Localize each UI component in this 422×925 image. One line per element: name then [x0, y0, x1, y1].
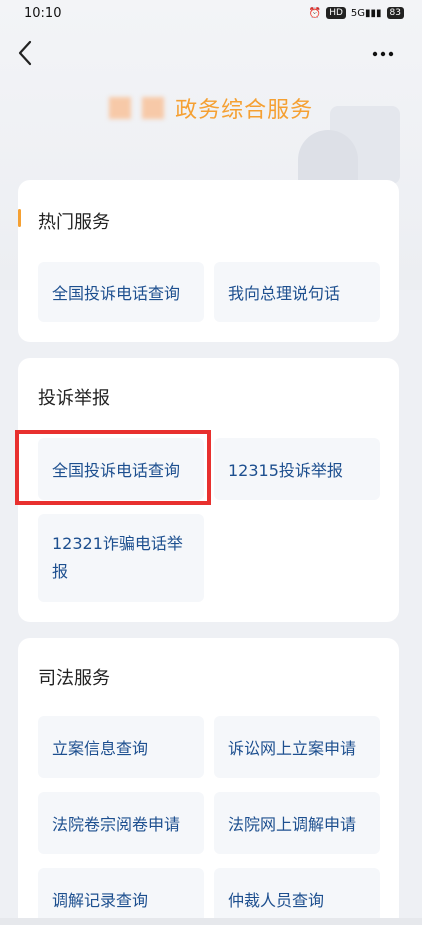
blurred-region-icon [141, 97, 164, 119]
section-title: 司法服务 [38, 668, 110, 689]
section-accent [18, 209, 21, 227]
section-judicial-services: 司法服务 立案信息查询 诉讼网上立案申请 法院卷宗阅卷申请 法院网上调解申请 调… [18, 638, 399, 925]
status-icons: ⏰ HD 5G▮▮▮ 83 [309, 7, 404, 19]
service-arbitrator-query[interactable]: 仲裁人员查询 [214, 868, 380, 925]
service-12315-complaint[interactable]: 12315投诉举报 [214, 438, 380, 500]
section-title: 热门服务 [38, 212, 110, 233]
more-icon [372, 51, 394, 57]
tile-label: 我向总理说句话 [228, 284, 341, 303]
service-12321-fraud-report[interactable]: 12321诈骗电话举报 [38, 514, 204, 602]
service-national-complaint-phone[interactable]: 全国投诉电话查询 [38, 262, 204, 322]
battery-icon: 83 [386, 7, 404, 19]
battery-level: 83 [389, 8, 401, 18]
alarm-icon: ⏰ [308, 7, 322, 19]
network-label: 5G [350, 7, 366, 19]
chevron-left-icon [18, 40, 32, 66]
service-case-file-review[interactable]: 法院卷宗阅卷申请 [38, 792, 204, 854]
bottom-edge [0, 918, 422, 925]
section-hot-services: 热门服务 全国投诉电话查询 我向总理说句话 [18, 180, 399, 342]
tile-label: 法院卷宗阅卷申请 [52, 815, 181, 834]
tile-label: 全国投诉电话查询 [52, 284, 181, 303]
tile-label: 仲裁人员查询 [228, 891, 325, 910]
section-title: 投诉举报 [38, 388, 110, 409]
tile-label: 法院网上调解申请 [228, 815, 357, 834]
tile-label: 诉讼网上立案申请 [228, 739, 357, 758]
more-button[interactable] [368, 42, 398, 66]
service-online-filing[interactable]: 诉讼网上立案申请 [214, 716, 380, 778]
service-case-info-query[interactable]: 立案信息查询 [38, 716, 204, 778]
service-online-mediation[interactable]: 法院网上调解申请 [214, 792, 380, 854]
back-button[interactable] [14, 38, 38, 68]
status-bar: 10:10 ⏰ HD 5G▮▮▮ 83 [0, 0, 422, 26]
service-mediation-record-query[interactable]: 调解记录查询 [38, 868, 204, 925]
blurred-region-icon [108, 97, 131, 119]
tile-label: 调解记录查询 [52, 891, 149, 910]
tile-label: 12321诈骗电话举报 [52, 534, 183, 581]
service-talk-to-premier[interactable]: 我向总理说句话 [214, 262, 380, 322]
status-time: 10:10 [24, 5, 62, 21]
signal-icon: 5G▮▮▮ [350, 7, 382, 19]
highlight-box [15, 430, 211, 505]
tile-label: 立案信息查询 [52, 739, 149, 758]
hd-icon: HD [326, 7, 346, 19]
tile-label: 12315投诉举报 [228, 461, 343, 480]
page-header: 政务综合服务 [0, 92, 422, 124]
page-title: 政务综合服务 [175, 98, 314, 123]
nav-bar [0, 34, 422, 74]
